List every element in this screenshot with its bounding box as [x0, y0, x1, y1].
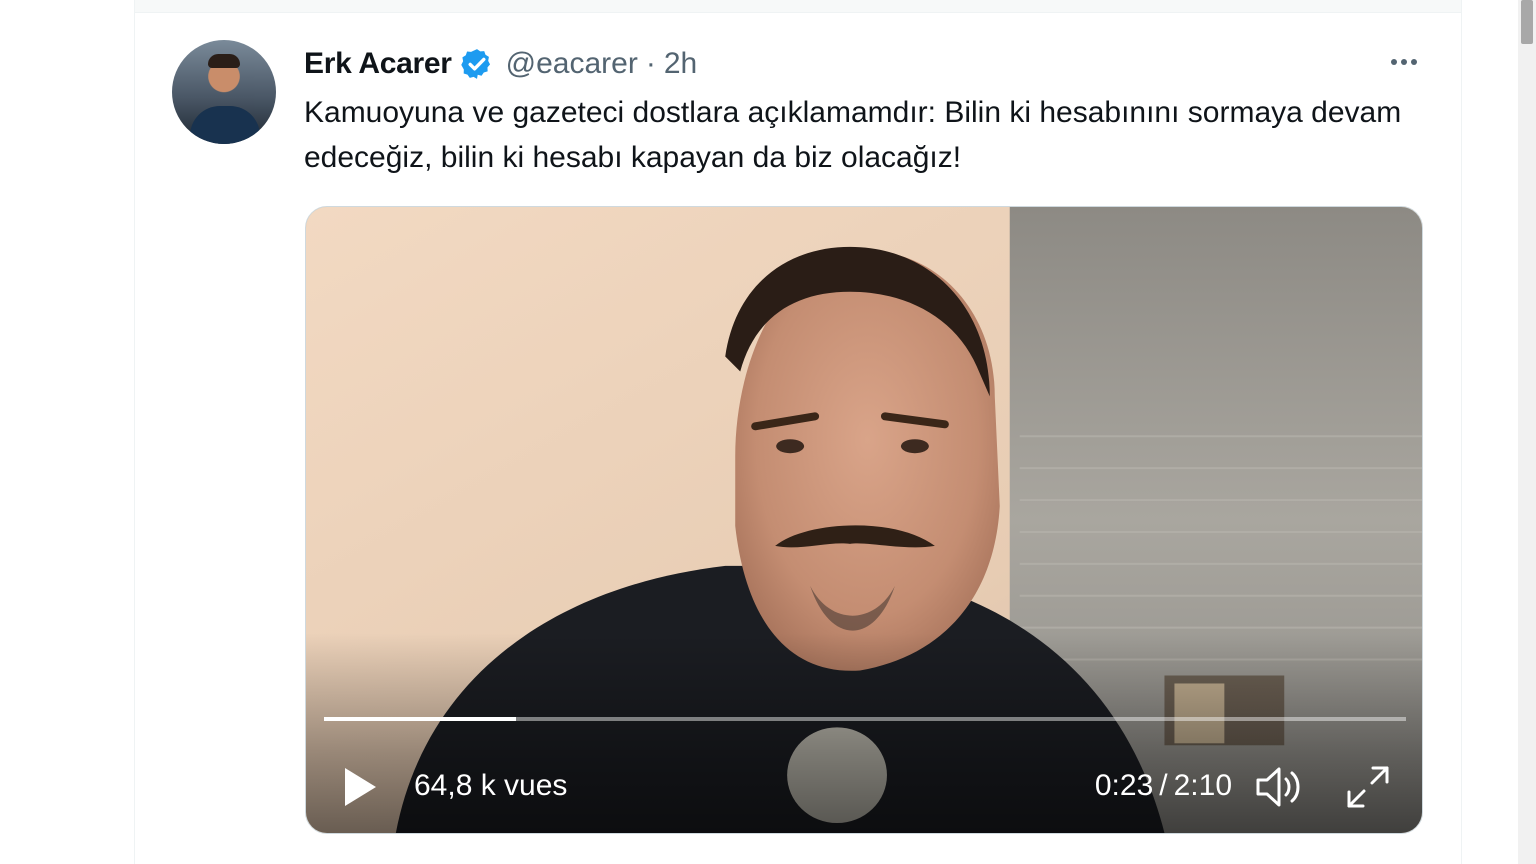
- page: Erk Acarer @eacarer · 2h Kamuoyuna ve ga…: [0, 0, 1536, 864]
- video-current-time: 0:23: [1094, 769, 1154, 802]
- more-dot: [1401, 59, 1407, 65]
- video-time: 0:23/2:10: [1072, 769, 1232, 803]
- author-name[interactable]: Erk Acarer: [304, 47, 452, 81]
- scrollbar-track[interactable]: [1518, 0, 1536, 864]
- play-icon: [345, 768, 376, 806]
- left-gutter: [0, 0, 134, 864]
- volume-button[interactable]: [1252, 763, 1308, 811]
- fullscreen-icon: [1347, 766, 1389, 808]
- more-options-icon[interactable]: [1384, 48, 1424, 76]
- volume-icon: [1256, 767, 1300, 807]
- video-time-separator: /: [1159, 769, 1168, 802]
- author-handle[interactable]: @eacarer: [506, 47, 638, 81]
- tweet-header: Erk Acarer @eacarer · 2h: [304, 44, 697, 84]
- avatar[interactable]: [172, 40, 276, 144]
- header-separator: ·: [645, 47, 656, 80]
- tweet-text: Kamuoyuna ve gazeteci dostlara açıklamam…: [304, 96, 1402, 174]
- avatar-shirt: [190, 106, 260, 144]
- verified-badge-icon: [460, 47, 494, 81]
- more-dot: [1391, 59, 1397, 65]
- fullscreen-button[interactable]: [1342, 763, 1394, 811]
- video-player[interactable]: 64,8 k vues 0:23/2:10: [305, 206, 1423, 834]
- avatar-hair: [208, 54, 240, 68]
- previous-tweet-edge: [135, 0, 1461, 13]
- video-views: 64,8 k vues: [414, 769, 568, 802]
- scrollbar-thumb[interactable]: [1521, 0, 1533, 44]
- video-duration: 2:10: [1173, 769, 1232, 802]
- video-progress-fill: [324, 717, 516, 721]
- more-dot: [1411, 59, 1417, 65]
- play-button[interactable]: [338, 763, 382, 811]
- video-progress-bar[interactable]: [324, 717, 1406, 721]
- tweet-timestamp[interactable]: 2h: [664, 47, 697, 81]
